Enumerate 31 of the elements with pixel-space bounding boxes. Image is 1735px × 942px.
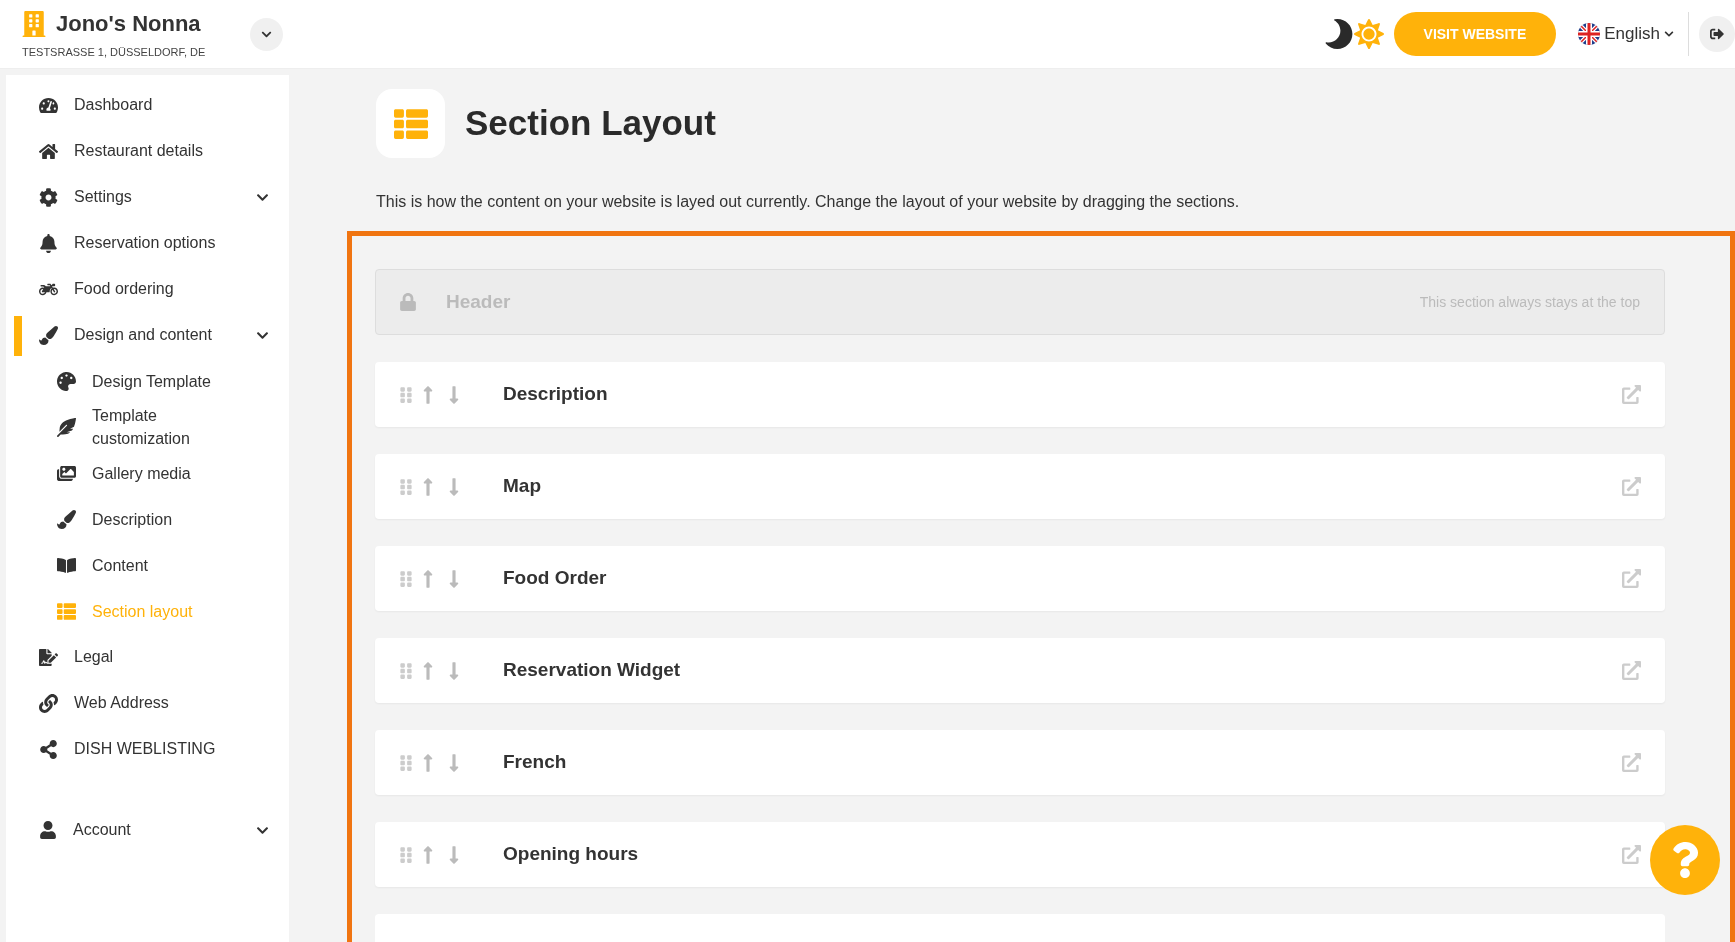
- section-row[interactable]: Description: [375, 362, 1665, 427]
- page-title: Section Layout: [465, 102, 716, 145]
- sidebar-item[interactable]: Settings: [6, 174, 289, 220]
- section-label: French: [503, 750, 567, 775]
- sidebar-item[interactable]: Food ordering: [6, 266, 289, 312]
- section-label: Food Order: [503, 566, 607, 591]
- sidebar-item[interactable]: Legal: [6, 634, 289, 680]
- section-row[interactable]: Map: [375, 454, 1665, 519]
- language-selector[interactable]: English: [1578, 21, 1674, 47]
- sidebar-item[interactable]: Restaurant details: [6, 128, 289, 174]
- sidebar-subitem[interactable]: Design Template: [6, 358, 289, 404]
- section-label: Description: [503, 382, 608, 407]
- sidebar-subitem[interactable]: Content: [6, 542, 289, 588]
- section-row[interactable]: Opening hours: [375, 822, 1665, 887]
- sidebar-item[interactable]: Dashboard: [6, 82, 289, 128]
- sidebar-subitem[interactable]: Description: [6, 496, 289, 542]
- restaurant-address: TESTSRASSE 1, DÜSSELDORF, DE: [22, 45, 207, 61]
- restaurant-name: Jono's Nonna: [56, 10, 201, 39]
- sidebar-item[interactable]: Account: [6, 807, 289, 853]
- sidebar-item[interactable]: Reservation options: [6, 220, 289, 266]
- section-label: Map: [503, 474, 541, 499]
- sidebar-subitem[interactable]: Template customization: [6, 404, 289, 450]
- section-label: Reservation Widget: [503, 658, 681, 683]
- page-description: This is how the content on your website is layed out currently. Change the layout of your website by dragging the sections.: [376, 192, 1241, 212]
- sidebar-subitem[interactable]: Gallery media: [6, 450, 289, 496]
- section-label: Opening hours: [503, 842, 639, 867]
- section-row[interactable]: Reservation Widget: [375, 638, 1665, 703]
- sidebar-item[interactable]: Web Address: [6, 680, 289, 726]
- sidebar-item[interactable]: DISH WEBLISTING: [6, 726, 289, 772]
- section-row[interactable]: Food Order: [375, 546, 1665, 611]
- section-row[interactable]: French: [375, 730, 1665, 795]
